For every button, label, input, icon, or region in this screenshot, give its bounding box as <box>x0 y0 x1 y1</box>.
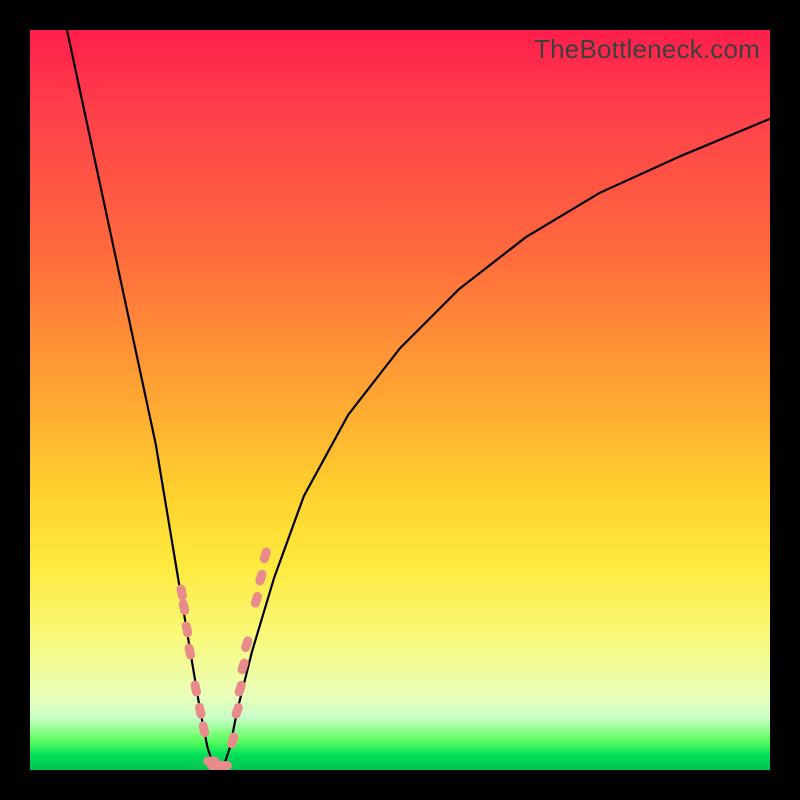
curve-marker <box>198 721 210 739</box>
curve-marker <box>178 598 190 616</box>
curve-marker <box>216 761 232 770</box>
outer-frame: TheBottleneck.com <box>0 0 800 800</box>
curve-marker <box>230 702 244 720</box>
curve-marker <box>259 546 273 564</box>
curve-marker <box>254 569 268 587</box>
marker-group <box>176 546 272 770</box>
curve-marker <box>190 680 202 698</box>
curve-marker <box>184 643 196 661</box>
curve-marker <box>176 584 188 602</box>
plot-area: TheBottleneck.com <box>30 30 770 770</box>
curve-marker <box>250 591 264 609</box>
bottleneck-curve <box>67 30 770 770</box>
chart-svg <box>30 30 770 770</box>
curve-marker <box>181 621 193 639</box>
curve-marker <box>226 731 240 749</box>
curve-marker <box>194 702 206 720</box>
